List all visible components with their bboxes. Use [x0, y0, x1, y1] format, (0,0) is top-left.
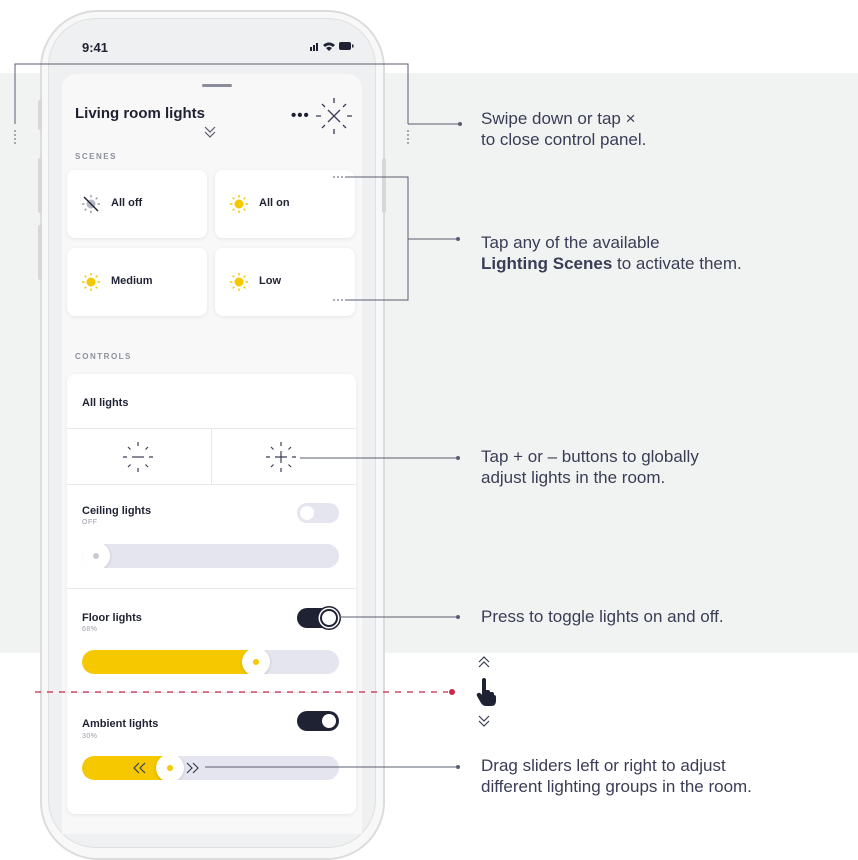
chevron-down-icon [478, 715, 490, 727]
all-lights-title: All lights [82, 397, 129, 409]
floor-lights-toggle[interactable] [297, 608, 339, 628]
callout-slider: Drag sliders left or right to adjust dif… [481, 756, 752, 796]
slider-thumb[interactable] [82, 544, 110, 568]
close-icon[interactable] [314, 96, 354, 136]
divider [67, 588, 356, 589]
ambient-lights-title: Ambient lights [82, 718, 159, 730]
scene-medium[interactable]: Medium [67, 248, 207, 316]
ambient-lights-toggle[interactable] [297, 711, 339, 731]
sheet-grabber[interactable] [202, 84, 232, 87]
scene-label: Low [259, 275, 281, 287]
chevron-up-icon [478, 656, 490, 668]
floor-lights-status: 68% [82, 626, 98, 633]
scene-label: All on [259, 197, 290, 209]
scene-label: Medium [111, 275, 153, 287]
lighting-scenes-emphasis: Lighting Scenes [481, 254, 613, 273]
ceiling-lights-slider[interactable] [82, 544, 339, 568]
ambient-lights-slider[interactable] [82, 756, 339, 780]
bulb-on-icon [82, 273, 100, 291]
callout-close: Swipe down or tap × to close control pan… [481, 109, 647, 149]
bulb-on-icon [230, 273, 248, 291]
floor-lights-title: Floor lights [82, 612, 142, 624]
chevron-down-icon [204, 126, 216, 138]
power-button [382, 158, 386, 213]
callout-scenes: Tap any of the available Lighting Scenes… [481, 233, 742, 273]
more-options-button[interactable]: ••• [291, 107, 310, 124]
increase-lights-button[interactable] [264, 440, 298, 474]
chevron-right-double-icon [186, 762, 199, 774]
scene-all-off[interactable]: All off [67, 170, 207, 238]
callout-toggle: Press to toggle lights on and off. [481, 607, 724, 626]
volume-down-button [38, 225, 42, 280]
slider-thumb[interactable] [242, 650, 270, 674]
volume-up-button [38, 158, 42, 213]
controls-label: CONTROLS [75, 352, 132, 361]
slider-fill [82, 650, 268, 674]
divider [67, 692, 356, 693]
floor-lights-slider[interactable] [82, 650, 339, 674]
bulb-off-icon [82, 195, 100, 213]
chevron-left-double-icon [133, 762, 146, 774]
divider [211, 428, 212, 484]
scene-low[interactable]: Low [215, 248, 355, 316]
ceiling-lights-title: Ceiling lights [82, 505, 152, 517]
decrease-lights-button[interactable] [121, 440, 155, 474]
ceiling-lights-status: OFF [82, 519, 98, 526]
ceiling-lights-toggle[interactable] [297, 503, 339, 523]
mute-switch [38, 100, 42, 130]
status-time: 9:41 [82, 40, 109, 55]
panel-title: Living room lights [75, 105, 205, 122]
scene-all-on[interactable]: All on [215, 170, 355, 238]
scene-label: All off [111, 197, 143, 209]
callout-adjust: Tap + or – buttons to globally adjust li… [481, 447, 699, 487]
scenes-label: SCENES [75, 152, 117, 161]
ambient-lights-status: 30% [82, 733, 98, 740]
status-icons [310, 42, 354, 51]
bulb-on-icon [230, 195, 248, 213]
slider-thumb[interactable] [156, 756, 184, 780]
hand-cursor-icon [476, 678, 496, 706]
divider [67, 484, 356, 485]
